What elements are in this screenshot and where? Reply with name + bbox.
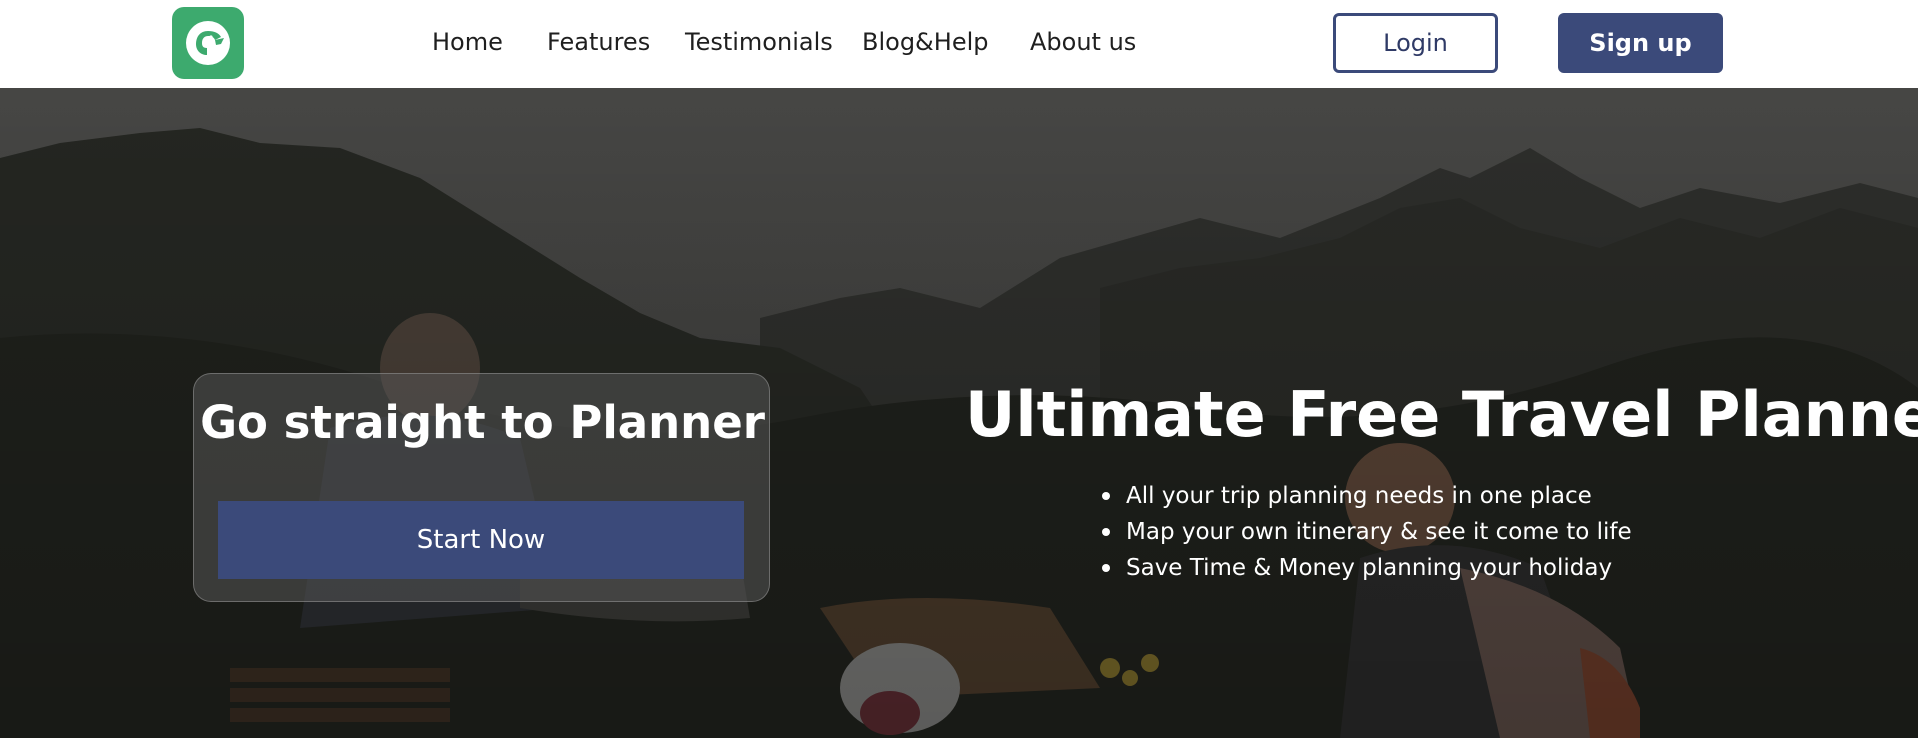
signup-button[interactable]: Sign up [1558, 13, 1723, 73]
login-button[interactable]: Login [1333, 13, 1498, 73]
nav-about-us[interactable]: About us [1030, 24, 1136, 60]
planner-card-title: Go straight to Planner [200, 396, 765, 449]
nav-testimonials[interactable]: Testimonials [685, 24, 833, 60]
nav-features[interactable]: Features [547, 24, 650, 60]
start-now-button[interactable]: Start Now [218, 501, 744, 579]
feature-bullet-list: All your trip planning needs in one plac… [1102, 478, 1632, 586]
feature-bullet: Map your own itinerary & see it come to … [1102, 514, 1632, 550]
bird-logo-icon [186, 21, 230, 65]
site-header: Home Features Testimonials Blog&Help Abo… [0, 0, 1918, 88]
logo-icon[interactable] [172, 7, 244, 79]
feature-bullet: All your trip planning needs in one plac… [1102, 478, 1632, 514]
feature-bullet: Save Time & Money planning your holiday [1102, 550, 1632, 586]
hero-section: Go straight to Planner Start Now Ultimat… [0, 88, 1918, 738]
nav-home[interactable]: Home [432, 24, 503, 60]
planner-card: Go straight to Planner Start Now [193, 373, 770, 602]
hero-headline: Ultimate Free Travel Planner! [965, 378, 1918, 451]
nav-blog-help[interactable]: Blog&Help [862, 24, 988, 60]
